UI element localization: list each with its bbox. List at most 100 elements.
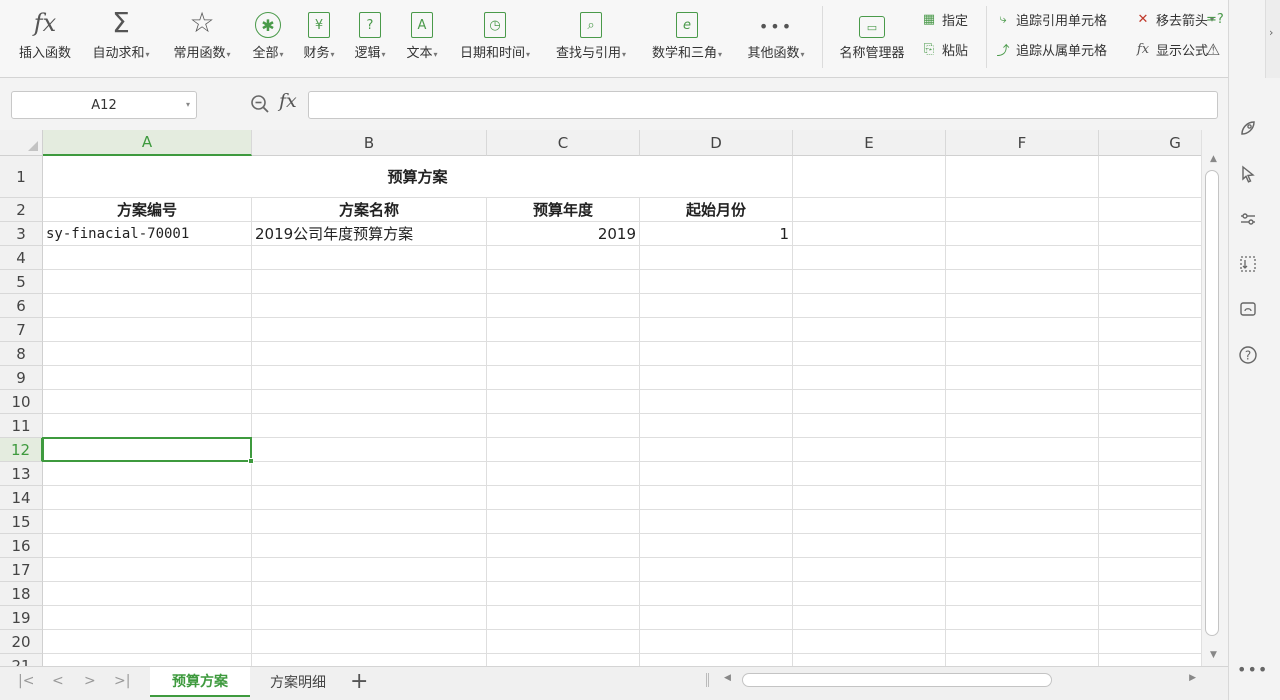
evaluate-formula-button[interactable]: =? xyxy=(1206,8,1228,30)
formula-input[interactable] xyxy=(308,91,1218,119)
name-box[interactable]: A12 ▾ xyxy=(11,91,197,119)
cell-plan-id[interactable]: sy-finacial-70001 xyxy=(43,222,251,245)
show-formulas-button[interactable]: fx 显示公式 xyxy=(1134,38,1208,60)
error-check-button[interactable]: ⚠ xyxy=(1206,38,1228,60)
column-header-g[interactable]: G xyxy=(1099,130,1201,156)
row-header-4[interactable]: 4 xyxy=(0,246,43,270)
row-header-15[interactable]: 15 xyxy=(0,510,43,534)
cell-merged-title[interactable]: 预算方案 xyxy=(43,156,792,197)
row-header-20[interactable]: 20 xyxy=(0,630,43,654)
column-header-e[interactable]: E xyxy=(793,130,946,156)
column-header-b[interactable]: B xyxy=(252,130,487,156)
other-functions-button[interactable]: ••• 其他函数▾ xyxy=(740,4,812,70)
financial-label: 财务 xyxy=(303,46,330,61)
cell-budget-year[interactable]: 2019 xyxy=(487,222,639,245)
trace-dependents-button[interactable]: ⤴ 追踪从属单元格 xyxy=(994,38,1107,60)
common-functions-button[interactable]: ☆ 常用函数▾ xyxy=(166,4,238,70)
row-header-17[interactable]: 17 xyxy=(0,558,43,582)
text-functions-button[interactable]: A 文本▾ xyxy=(400,4,444,70)
row-header-16[interactable]: 16 xyxy=(0,534,43,558)
help-icon[interactable]: ? xyxy=(1237,344,1259,366)
paste-names-button[interactable]: ⎘ 粘贴 xyxy=(920,38,968,60)
row-header-2[interactable]: 2 xyxy=(0,198,43,222)
row-header-21[interactable]: 21 xyxy=(0,654,43,666)
trace-precedents-button[interactable]: ⤷ 追踪引用单元格 xyxy=(994,8,1107,30)
row-header-19[interactable]: 19 xyxy=(0,606,43,630)
zoom-icon[interactable] xyxy=(250,94,270,114)
rocket-icon[interactable] xyxy=(1237,117,1259,139)
lookup-reference-button[interactable]: ⌕ 查找与引用▾ xyxy=(548,4,634,70)
vertical-scrollbar[interactable]: ▲ ▼ xyxy=(1201,130,1228,666)
row-header-5[interactable]: 5 xyxy=(0,270,43,294)
start-month-value: 1 xyxy=(779,224,789,243)
cell-plan-name[interactable]: 2019公司年度预算方案 xyxy=(252,222,486,245)
logical-button[interactable]: ? 逻辑▾ xyxy=(348,4,392,70)
row-header-14[interactable]: 14 xyxy=(0,486,43,510)
more-options-icon[interactable]: ••• xyxy=(1237,660,1268,679)
row-header-7[interactable]: 7 xyxy=(0,318,43,342)
scroll-down-icon[interactable]: ▼ xyxy=(1210,650,1217,660)
ribbon-expand-handle[interactable]: › xyxy=(1265,0,1280,78)
row-gridline xyxy=(43,581,1201,582)
row-header-10[interactable]: 10 xyxy=(0,390,43,414)
add-sheet-icon[interactable]: + xyxy=(350,669,368,694)
first-sheet-icon[interactable]: |< xyxy=(18,673,34,689)
active-cell-a12[interactable] xyxy=(42,437,254,464)
header-budget-year: 预算年度 xyxy=(532,201,593,219)
row-gridline xyxy=(43,557,1201,558)
last-sheet-icon[interactable]: >| xyxy=(114,673,130,689)
backup-cloud-icon[interactable] xyxy=(1237,298,1259,320)
cell-header-start-month[interactable]: 起始月份 xyxy=(640,198,792,221)
date-time-label: 日期和时间 xyxy=(459,46,525,61)
column-header-f[interactable]: F xyxy=(946,130,1099,156)
sheet-grid[interactable]: ABCDEFG 1 2 3 4 5 6 7 8 9 10 11 12 13 14 15 16 17 18 19 20 2… xyxy=(0,130,1201,666)
tab-split-handle[interactable] xyxy=(706,673,709,687)
sigma-icon: Σ xyxy=(112,6,130,39)
row-header-11[interactable]: 11 xyxy=(0,414,43,438)
row-gridline xyxy=(43,365,1201,366)
horizontal-scroll-thumb[interactable] xyxy=(742,673,1052,687)
cell-header-budget-year[interactable]: 预算年度 xyxy=(487,198,639,221)
row-gridline xyxy=(43,485,1201,486)
insert-function-button[interactable]: fx 插入函数 xyxy=(14,4,76,70)
remove-arrows-button[interactable]: ✕ 移去箭头 ▾ xyxy=(1134,8,1214,30)
scroll-up-icon[interactable]: ▲ xyxy=(1210,154,1217,164)
fill-handle[interactable] xyxy=(248,458,254,464)
vertical-scroll-thumb[interactable] xyxy=(1205,170,1219,636)
date-time-button[interactable]: ◷ 日期和时间▾ xyxy=(452,4,538,70)
name-manager-button[interactable]: ▭ 名称管理器 xyxy=(832,4,912,70)
scroll-right-icon[interactable]: ▶ xyxy=(1189,673,1196,683)
sheet-tab-plan-detail[interactable]: 方案明细 xyxy=(250,667,346,697)
cell-header-plan-name[interactable]: 方案名称 xyxy=(252,198,486,221)
column-header-c[interactable]: C xyxy=(487,130,640,156)
specify-button[interactable]: ▦ 指定 xyxy=(920,8,968,30)
next-sheet-icon[interactable]: > xyxy=(84,673,96,689)
scroll-left-icon[interactable]: ◀ xyxy=(724,673,731,683)
autosum-button[interactable]: Σ 自动求和▾ xyxy=(86,4,156,70)
horizontal-scrollbar[interactable]: ◀ ▶ xyxy=(720,671,1200,689)
all-functions-button[interactable]: ✱ 全部▾ xyxy=(246,4,290,70)
row-header-12[interactable]: 12 xyxy=(0,438,43,462)
math-trig-button[interactable]: e 数学和三角▾ xyxy=(644,4,730,70)
row-header-8[interactable]: 8 xyxy=(0,342,43,366)
settings-sliders-icon[interactable] xyxy=(1237,208,1259,230)
row-header-3[interactable]: 3 xyxy=(0,222,43,246)
cell-header-plan-id[interactable]: 方案编号 xyxy=(43,198,251,221)
evaluate-formula-icon: =? xyxy=(1206,11,1224,27)
row-header-9[interactable]: 9 xyxy=(0,366,43,390)
row-header-1[interactable]: 1 xyxy=(0,156,43,198)
row-header-13[interactable]: 13 xyxy=(0,462,43,486)
financial-button[interactable]: ¥ 财务▾ xyxy=(298,4,340,70)
right-side-panel: › ? ••• xyxy=(1228,0,1280,700)
sheet-tab-budget-plan[interactable]: 预算方案 xyxy=(150,667,250,697)
column-header-d[interactable]: D xyxy=(640,130,793,156)
column-header-a[interactable]: A xyxy=(43,130,252,156)
sort-transform-icon[interactable] xyxy=(1237,253,1259,275)
select-all-corner[interactable] xyxy=(0,130,43,156)
fx-icon[interactable]: fx xyxy=(279,90,297,112)
row-header-18[interactable]: 18 xyxy=(0,582,43,606)
prev-sheet-icon[interactable]: < xyxy=(52,673,64,689)
cursor-select-icon[interactable] xyxy=(1237,163,1259,185)
row-header-6[interactable]: 6 xyxy=(0,294,43,318)
cell-start-month[interactable]: 1 xyxy=(640,222,792,245)
